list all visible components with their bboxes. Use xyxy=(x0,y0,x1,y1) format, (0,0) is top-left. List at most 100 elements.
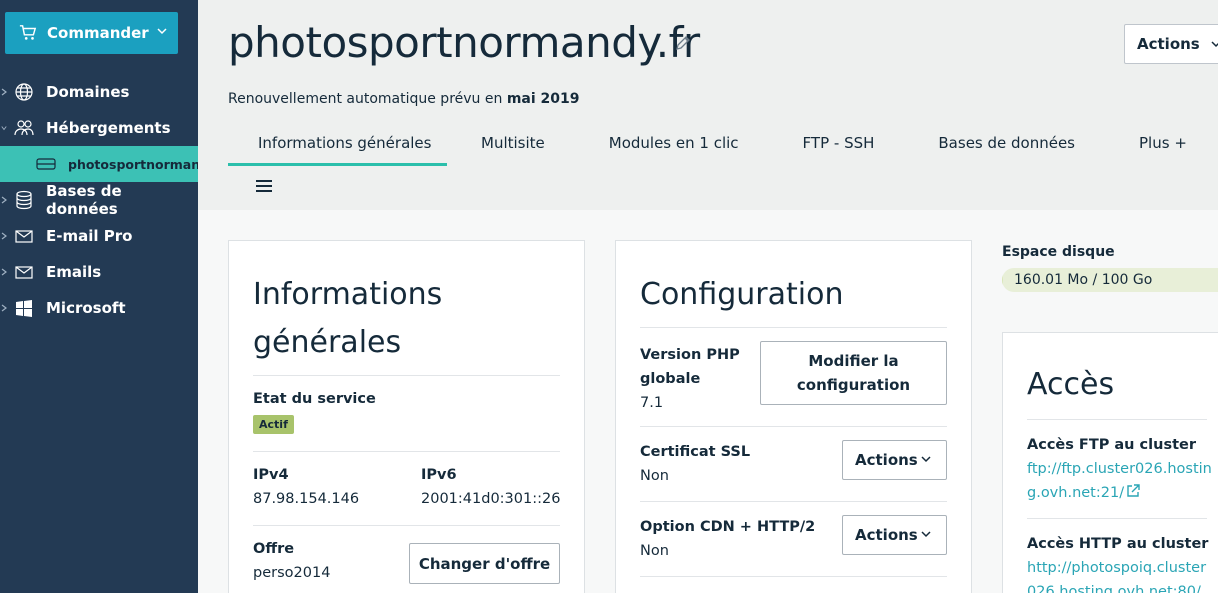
sidebar-item-label: Domaines xyxy=(46,83,130,101)
service-state: Etat du service Actif xyxy=(253,391,376,434)
sidebar-item-photosportnormand[interactable]: photosportnormand xyxy=(0,146,209,182)
divider xyxy=(253,525,560,526)
menu-icon[interactable] xyxy=(256,180,272,194)
modify-configuration-button[interactable]: Modifier la configuration xyxy=(760,341,947,405)
main-content: Informations générales Etat du service A… xyxy=(198,210,1218,593)
cdn-value: Non xyxy=(640,543,669,559)
ssl-block: Certificat SSL Non xyxy=(640,440,750,488)
ftp-link-line2: g.ovh.net:21/ xyxy=(1027,485,1125,501)
chevron-down-icon xyxy=(157,28,167,35)
caret-right-icon xyxy=(1,232,7,240)
disk-usage-bar: 160.01 Mo / 100 Go xyxy=(1002,268,1218,292)
http-link-line1: http://photospoiq.cluster xyxy=(1027,560,1207,576)
sidebar-item-email-pro[interactable]: E-mail Pro xyxy=(0,218,198,254)
order-button[interactable]: Commander xyxy=(5,12,178,54)
change-offer-button[interactable]: Changer d'offre xyxy=(409,543,560,584)
sidebar-item-emails[interactable]: Emails xyxy=(0,254,198,290)
caret-down-icon xyxy=(1,126,7,131)
ftp-access-block: Accès FTP au cluster ftp://ftp.cluster02… xyxy=(1027,433,1217,505)
config-card: Configuration Version PHP globale 7.1 Mo… xyxy=(615,240,972,593)
http-link-line2: 026.hosting.ovh.net:80/ xyxy=(1027,584,1201,593)
tab-modules[interactable]: Modules en 1 clic xyxy=(577,124,771,166)
windows-icon xyxy=(14,298,34,318)
external-link-icon xyxy=(1127,484,1140,497)
divider xyxy=(1027,518,1207,519)
mail-icon xyxy=(14,262,34,282)
pencil-icon[interactable] xyxy=(674,34,692,52)
offer-label: Offre xyxy=(253,541,295,557)
cdn-label: Option CDN + HTTP/2 xyxy=(640,519,816,535)
cart-icon xyxy=(19,25,37,40)
server-icon xyxy=(36,157,56,171)
chevron-down-icon xyxy=(921,531,931,538)
globe-icon xyxy=(14,82,34,102)
modify-label-line2: configuration xyxy=(796,376,911,394)
divider xyxy=(253,451,560,452)
cdn-actions-label: Actions xyxy=(855,526,918,544)
renewal-date: mai 2019 xyxy=(506,91,580,107)
ipv4-block: IPv4 87.98.154.146 xyxy=(253,467,359,507)
ssl-actions-button[interactable]: Actions xyxy=(842,440,947,480)
ftp-access-label: Accès FTP au cluster xyxy=(1027,437,1196,453)
caret-right-icon xyxy=(1,304,7,312)
config-card-title: Configuration xyxy=(640,277,844,312)
sidebar-item-label: photosportnormand xyxy=(68,156,210,172)
caret-right-icon xyxy=(1,268,7,276)
caret-right-icon xyxy=(1,196,7,204)
mail-icon xyxy=(14,226,34,246)
http-access-block: Accès HTTP au cluster http://photospoiq.… xyxy=(1027,532,1217,593)
chevron-down-icon xyxy=(1211,41,1218,48)
sidebar: Commander Domaines Hébergements photospo… xyxy=(0,0,209,593)
ftp-access-link[interactable]: ftp://ftp.cluster026.hostin g.ovh.net:21… xyxy=(1027,457,1217,505)
divider xyxy=(1027,419,1207,420)
header-actions-label: Actions xyxy=(1137,35,1200,53)
ipv6-label: IPv6 xyxy=(421,467,457,483)
http-access-link[interactable]: http://photospoiq.cluster 026.hosting.ov… xyxy=(1027,556,1217,593)
header-actions-button[interactable]: Actions xyxy=(1124,24,1218,64)
offer-block: Offre perso2014 xyxy=(253,541,330,581)
ftp-link-line1: ftp://ftp.cluster026.hostin xyxy=(1027,461,1212,477)
cdn-block: Option CDN + HTTP/2 Non xyxy=(640,515,815,563)
ipv6-block: IPv6 2001:41d0:301::26 xyxy=(421,467,560,507)
sidebar-item-hebergements[interactable]: Hébergements xyxy=(0,110,198,146)
modify-label-line1: Modifier la xyxy=(808,352,899,370)
tab-plus[interactable]: Plus + xyxy=(1107,124,1197,166)
sidebar-item-label: Hébergements xyxy=(46,119,171,137)
sidebar-item-bases-de-donnees[interactable]: Bases de données xyxy=(0,182,198,218)
divider xyxy=(640,426,947,427)
tab-multisite[interactable]: Multisite xyxy=(447,124,577,166)
php-version-block: Version PHP globale 7.1 xyxy=(640,343,740,415)
sidebar-item-label: Emails xyxy=(46,263,102,281)
divider xyxy=(253,375,560,376)
sidebar-item-microsoft[interactable]: Microsoft xyxy=(0,290,198,326)
page-header: photosportnormandy.fr Renouvellement aut… xyxy=(198,0,1218,210)
access-card: Accès Accès FTP au cluster ftp://ftp.clu… xyxy=(1002,332,1218,593)
users-icon xyxy=(14,118,34,138)
ipv4-value: 87.98.154.146 xyxy=(253,491,360,507)
ssl-label: Certificat SSL xyxy=(640,444,751,460)
tab-bases-de-donnees[interactable]: Bases de données xyxy=(906,124,1107,166)
info-card-title: Informations générales xyxy=(253,271,442,367)
tab-informations-generales[interactable]: Informations générales xyxy=(228,124,447,166)
service-state-label: Etat du service xyxy=(253,391,376,407)
ssl-value: Non xyxy=(640,468,669,484)
divider xyxy=(640,327,947,328)
tab-bar: Informations générales Multisite Modules… xyxy=(228,124,1197,166)
cdn-actions-button[interactable]: Actions xyxy=(842,515,947,555)
disk-space-label: Espace disque xyxy=(1002,244,1115,260)
info-card-title-line1: Informations xyxy=(253,277,443,312)
ipv4-label: IPv4 xyxy=(253,467,289,483)
ipv6-value: 2001:41d0:301::26 xyxy=(421,491,561,507)
info-card-title-line2: générales xyxy=(253,325,402,360)
tab-ftp-ssh[interactable]: FTP - SSH xyxy=(771,124,907,166)
page-title: photosportnormandy.fr xyxy=(228,18,700,67)
sidebar-nav: Domaines Hébergements photosportnormand … xyxy=(0,74,209,326)
php-label-line2: globale xyxy=(640,371,701,387)
sidebar-item-domaines[interactable]: Domaines xyxy=(0,74,198,110)
caret-right-icon xyxy=(1,88,7,96)
sidebar-item-label: E-mail Pro xyxy=(46,227,133,245)
php-value: 7.1 xyxy=(640,395,664,411)
access-card-title: Accès xyxy=(1027,367,1115,402)
disk-usage-text: 160.01 Mo / 100 Go xyxy=(1014,272,1153,288)
chevron-down-icon xyxy=(921,456,931,463)
